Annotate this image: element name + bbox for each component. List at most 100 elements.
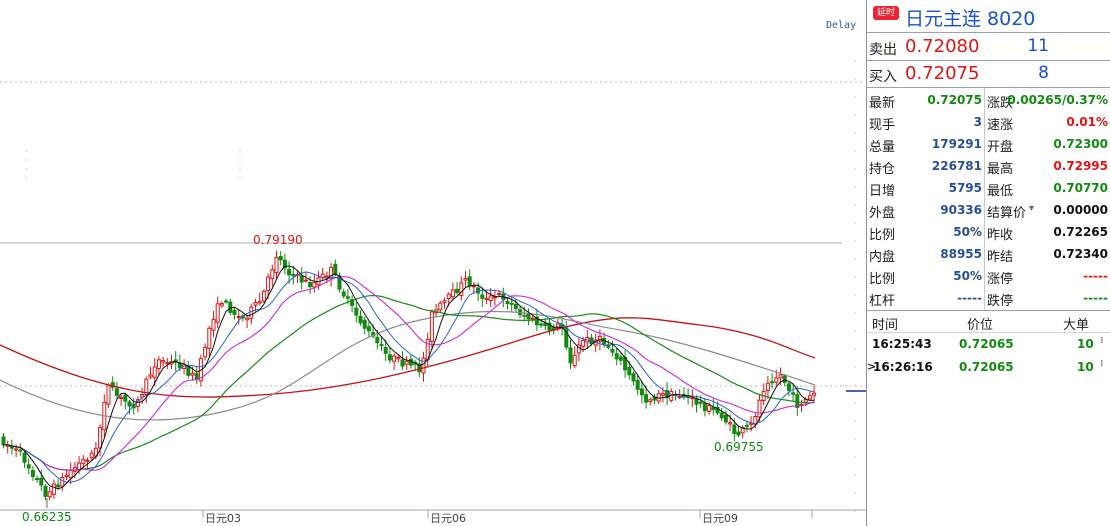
candle-body: [64, 474, 69, 477]
candle-body: [450, 289, 455, 297]
panel-header: 延时 日元主连 8020: [867, 0, 1110, 32]
stat-row: 昨收 0.72265: [987, 222, 1108, 244]
stat-label: 持仓: [869, 162, 896, 177]
candle-body: [774, 377, 779, 383]
ma-magenta-line: [3, 276, 815, 471]
stat-value: 0.72300: [1053, 137, 1108, 151]
candle-body: [581, 339, 586, 347]
candle-body: [127, 401, 132, 407]
candle-body: [253, 302, 258, 306]
stat-row: 开盘 0.72300: [987, 134, 1108, 156]
stat-row: 比例 50%: [869, 222, 982, 244]
stat-value: 0.01%: [1066, 115, 1108, 129]
candle-body: [156, 359, 161, 370]
candle-body: [190, 372, 195, 376]
candle-body: [245, 317, 250, 321]
stat-row: 外盘 90336: [869, 200, 982, 222]
candle-body: [299, 275, 304, 283]
candlestick-chart-pane[interactable]: 0.79190 0.69755 0.66235 日元03 日元06 日元09 Delay: [0, 0, 866, 526]
candle-body: [513, 303, 518, 309]
candle-body: [236, 316, 241, 319]
candle-body: [627, 366, 632, 376]
stat-label: 日增: [869, 184, 896, 199]
candle-body: [22, 452, 27, 463]
delay-label: Delay: [826, 20, 857, 31]
trades-header-price: 价位: [967, 318, 994, 333]
stat-value: 226781: [931, 159, 982, 173]
candle-body: [1, 436, 6, 446]
candle-body: [362, 319, 367, 329]
stat-label: 杠杆: [869, 294, 896, 309]
candle-body: [228, 301, 233, 313]
candle-body: [261, 290, 266, 302]
stat-label: 最高: [987, 162, 1014, 177]
candlestick-chart[interactable]: 0.79190 0.69755 0.66235 日元03 日元06 日元09: [0, 0, 866, 526]
candle-body: [203, 346, 208, 358]
candle-body: [455, 288, 460, 294]
candle-body: [539, 323, 544, 326]
candle-body: [35, 478, 40, 481]
stat-label: 内盘: [869, 250, 896, 265]
candle-body: [287, 268, 292, 276]
candle-body: [43, 485, 48, 497]
stat-value: 50%: [953, 225, 982, 239]
candle-body: [488, 295, 493, 301]
stat-label: 外盘: [869, 206, 896, 221]
candle-body: [358, 315, 363, 324]
stat-value: 0.72265: [1053, 225, 1108, 239]
candle-body: [438, 302, 443, 311]
buy-volume: 8: [1038, 63, 1049, 83]
candle-body: [421, 357, 426, 374]
candle-body: [194, 373, 199, 380]
candle-body: [26, 464, 31, 469]
candle-body: [303, 279, 308, 282]
x-tick-label: 日元03: [205, 512, 241, 525]
candle-body: [308, 282, 313, 288]
candle-body: [119, 396, 124, 399]
candle-body: [530, 317, 535, 320]
trade-row[interactable]: 16:25:43 0.72065 10 ⁞: [867, 334, 1110, 356]
candle-body: [522, 314, 527, 317]
candle-body: [291, 274, 296, 277]
candle-body: [782, 375, 787, 383]
stat-row: 现手 3: [869, 112, 982, 134]
buy-label: 买入: [869, 69, 897, 85]
stat-row: 涨跌 0.00265/0.37%: [987, 90, 1108, 112]
sell-label: 卖出: [869, 42, 897, 58]
candle-body: [786, 383, 791, 391]
trade-row[interactable]: 16:26:16 0.72065 10 > ⁞: [867, 357, 1110, 379]
candle-body: [644, 394, 649, 403]
candle-body: [639, 388, 644, 396]
divider: [867, 32, 1110, 33]
candle-body: [770, 381, 775, 384]
stat-row: 昨结 0.72340: [987, 244, 1108, 266]
candle-body: [631, 373, 636, 382]
contract-title[interactable]: 日元主连 8020: [905, 4, 1035, 31]
candle-body: [812, 392, 817, 396]
stat-value: -----: [1083, 269, 1108, 283]
buy-price: 0.72075: [905, 63, 980, 84]
ma-green-line: [3, 294, 815, 471]
candle-body: [492, 296, 497, 299]
candle-body: [148, 374, 153, 378]
candle-body: [719, 412, 724, 419]
trade-size: 10: [1077, 360, 1094, 374]
row-scroll-marker-icon: ⁞: [1100, 359, 1104, 369]
candle-body: [408, 358, 413, 366]
candle-body: [505, 300, 510, 305]
candle-body: [98, 426, 103, 449]
stat-label: 涨停: [987, 272, 1014, 287]
stat-label: 总量: [869, 140, 896, 155]
candle-body: [56, 484, 61, 488]
stat-value: 0.00000: [1053, 203, 1108, 217]
candle-body: [152, 366, 157, 378]
ma-blue-line: [3, 271, 815, 483]
trades-header-size: 大单: [1063, 318, 1090, 333]
candle-body: [341, 291, 346, 297]
sell-volume: 11: [1027, 36, 1049, 56]
divider: [867, 310, 1110, 311]
candle-body: [471, 285, 476, 288]
stat-value: 88955: [940, 247, 982, 261]
dropdown-arrow-icon[interactable]: ▾: [1029, 203, 1034, 214]
stat-row: 持仓 226781: [869, 156, 982, 178]
